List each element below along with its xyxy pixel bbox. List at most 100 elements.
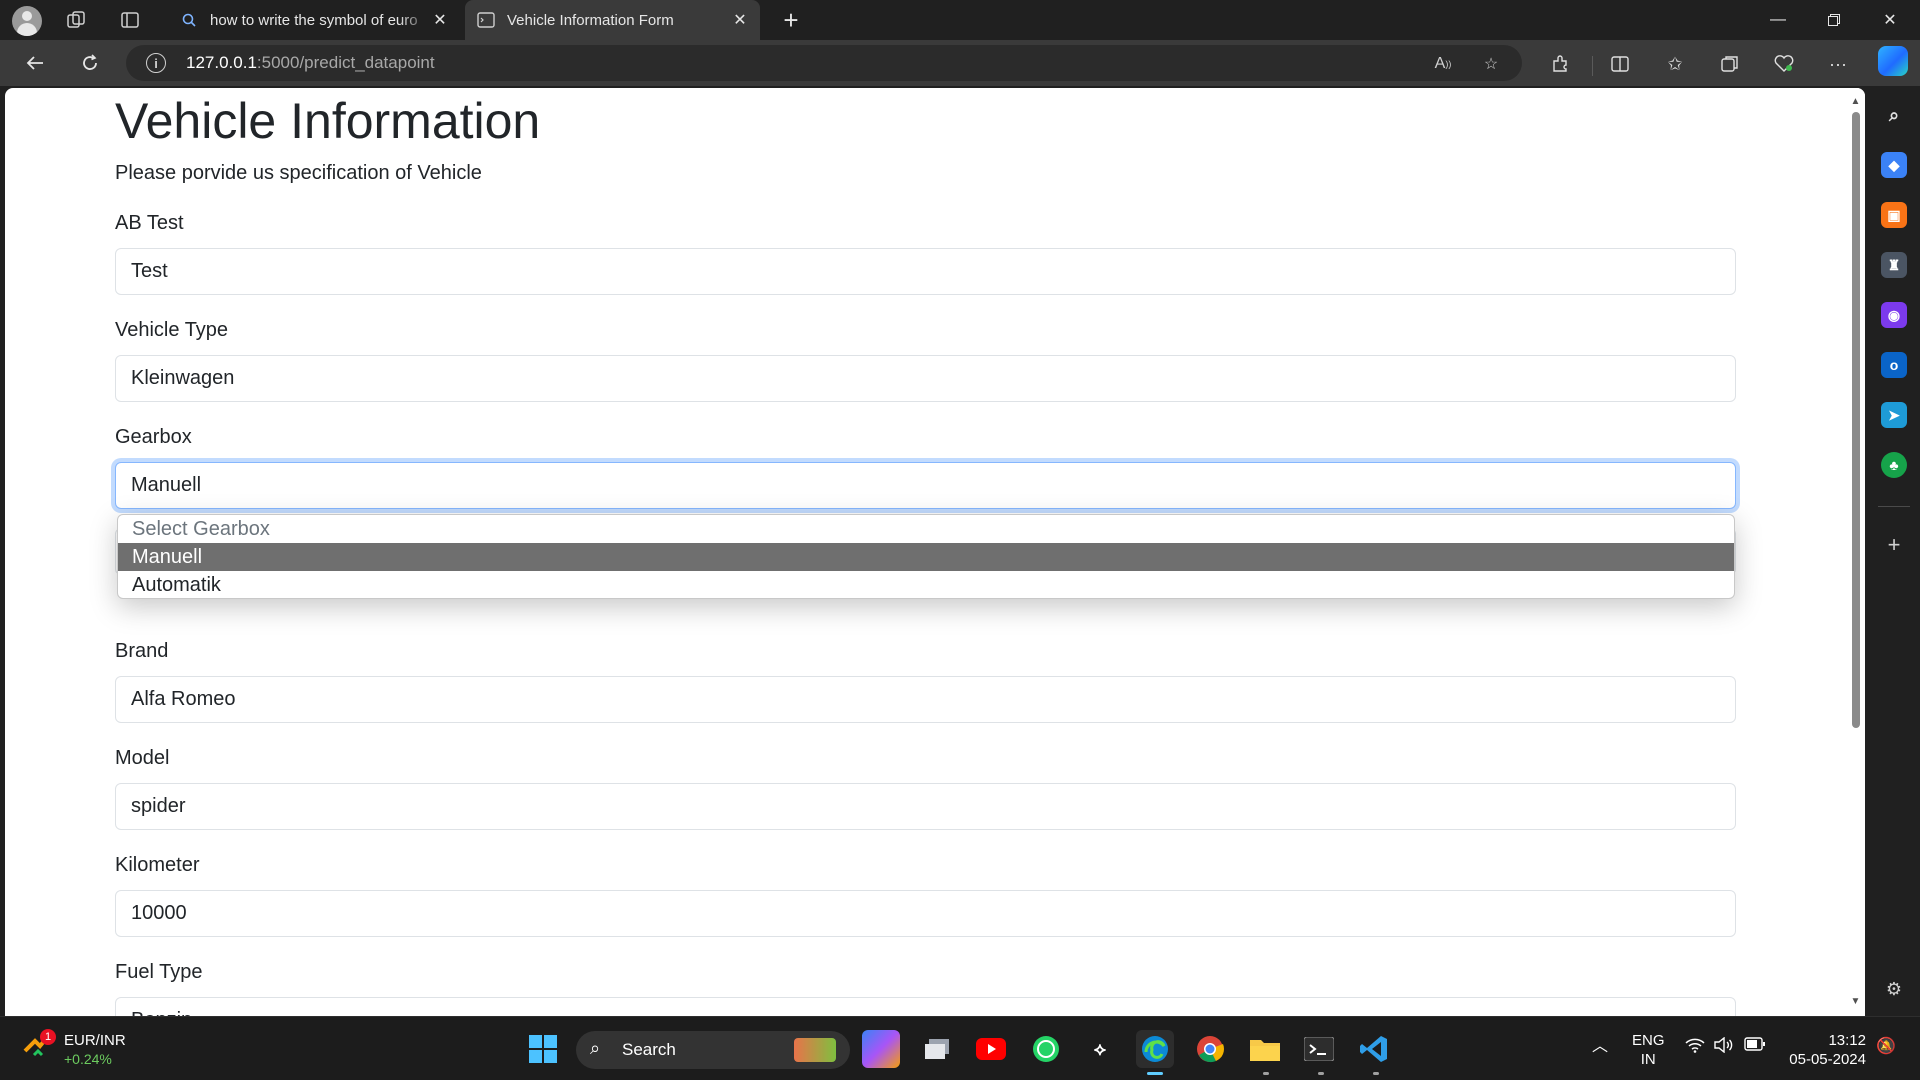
brand-input[interactable]: Alfa Romeo	[115, 676, 1736, 723]
youtube-icon[interactable]	[972, 1030, 1010, 1068]
tab-title: Vehicle Information Form	[507, 11, 674, 29]
workspaces-icon[interactable]	[62, 6, 90, 34]
file-explorer-icon[interactable]	[1246, 1030, 1284, 1068]
close-window-button[interactable]: ✕	[1862, 0, 1918, 40]
page-title: Vehicle Information	[115, 93, 541, 149]
gearbox-dropdown: Select Gearbox Manuell Automatik	[117, 514, 1735, 599]
search-icon: ⌕	[590, 1038, 601, 1058]
more-options-icon[interactable]: ···	[1824, 50, 1852, 78]
currency-ticker[interactable]: EUR/INR +0.24%	[64, 1031, 126, 1069]
gearbox-option-manuell[interactable]: Manuell	[118, 543, 1734, 571]
copilot-icon[interactable]	[1878, 46, 1908, 76]
add-sidebar-app-icon[interactable]: +	[1881, 532, 1907, 558]
sidebar-search-icon[interactable]: ⌕	[1881, 102, 1907, 128]
windows-taskbar: 1 EUR/INR +0.24% ⌕ Search ⟡ ︿ ENG IN 13:…	[0, 1016, 1920, 1080]
profile-avatar[interactable]	[12, 6, 42, 36]
gearbox-option-automatik[interactable]: Automatik	[118, 571, 1734, 598]
tab-search[interactable]: how to write the symbol of euro ✕	[160, 0, 460, 40]
page-icon	[477, 11, 495, 29]
close-tab-icon[interactable]: ✕	[430, 10, 450, 30]
browser-essentials-icon[interactable]	[1770, 50, 1798, 78]
tools-briefcase-icon[interactable]: ▣	[1881, 202, 1907, 228]
whatsapp-icon[interactable]	[1027, 1030, 1065, 1068]
task-view-icon[interactable]	[918, 1030, 956, 1068]
scrollbar-thumb[interactable]	[1852, 112, 1860, 728]
shopping-tag-icon[interactable]: ◆	[1881, 152, 1907, 178]
active-indicator	[1147, 1072, 1163, 1075]
kilometer-input[interactable]: 10000	[115, 890, 1736, 937]
vehicle-type-input[interactable]: Kleinwagen	[115, 355, 1736, 402]
copilot-pre-icon[interactable]	[862, 1030, 900, 1068]
sidebar-settings-gear-icon[interactable]: ⚙	[1881, 976, 1907, 1002]
model-label: Model	[115, 747, 170, 769]
show-hidden-icons-chevron-icon[interactable]: ︿	[1592, 1037, 1608, 1056]
read-aloud-icon[interactable]: A))	[1432, 53, 1454, 75]
split-screen-icon[interactable]	[1606, 50, 1634, 78]
model-input[interactable]: spider	[115, 783, 1736, 830]
ab-test-label: AB Test	[115, 212, 184, 234]
notification-bell-icon[interactable]: 🔕	[1876, 1037, 1896, 1056]
running-indicator	[1318, 1072, 1324, 1075]
gearbox-option-placeholder[interactable]: Select Gearbox	[118, 515, 1734, 543]
address-bar[interactable]: i 127.0.0.1:5000/predict_datapoint A)) ☆	[126, 45, 1522, 81]
restore-button[interactable]	[1806, 0, 1862, 40]
favorite-star-icon[interactable]: ☆	[1480, 53, 1502, 75]
microsoft-365-icon[interactable]: ◉	[1881, 302, 1907, 328]
collections-icon[interactable]	[1716, 50, 1744, 78]
running-indicator	[1373, 1072, 1379, 1075]
tab-vehicle-form[interactable]: Vehicle Information Form ✕	[465, 0, 760, 40]
fuel-type-label: Fuel Type	[115, 961, 203, 983]
battery-icon[interactable]	[1744, 1037, 1766, 1056]
wifi-icon[interactable]	[1685, 1037, 1705, 1058]
new-tab-button[interactable]: +	[776, 5, 806, 35]
close-tab-icon[interactable]: ✕	[730, 10, 750, 30]
fuel-type-input[interactable]: Benzin	[115, 997, 1736, 1016]
edge-browser-icon[interactable]	[1136, 1030, 1174, 1068]
ticker-change: +0.24%	[64, 1051, 112, 1067]
taskbar-search-box[interactable]: ⌕ Search	[576, 1031, 850, 1069]
terminal-icon[interactable]	[1300, 1030, 1338, 1068]
site-info-icon[interactable]: i	[146, 53, 166, 73]
windows-start-icon[interactable]	[524, 1030, 562, 1068]
edge-sidebar: ⌕ ◆ ▣ ♜ ◉ o ➤ ♣ + ⚙	[1868, 88, 1920, 1016]
url-text[interactable]: 127.0.0.1:5000/predict_datapoint	[186, 53, 435, 73]
outlook-icon[interactable]: o	[1881, 352, 1907, 378]
back-button[interactable]	[20, 48, 50, 78]
page-scrollbar[interactable]: ▲ ▼	[1846, 88, 1865, 1016]
chrome-icon[interactable]	[1191, 1030, 1229, 1068]
search-icon	[180, 11, 198, 29]
toolbar-divider	[1592, 56, 1593, 76]
scroll-down-arrow-icon[interactable]: ▼	[1850, 996, 1861, 1007]
games-icon[interactable]: ♜	[1881, 252, 1907, 278]
scroll-up-arrow-icon[interactable]: ▲	[1850, 96, 1861, 107]
extensions-icon[interactable]	[1546, 50, 1574, 78]
favorites-icon[interactable]: ✩	[1661, 50, 1689, 78]
tree-icon[interactable]: ♣	[1881, 452, 1907, 478]
minimize-button[interactable]: —	[1750, 0, 1806, 40]
browser-tab-bar: how to write the symbol of euro ✕ Vehicl…	[0, 0, 1920, 40]
vehicle-type-label: Vehicle Type	[115, 319, 229, 341]
vscode-icon[interactable]	[1355, 1030, 1393, 1068]
address-toolbar: i 127.0.0.1:5000/predict_datapoint A)) ☆…	[0, 40, 1920, 86]
notification-badge: 1	[40, 1029, 56, 1045]
vertical-tabs-icon[interactable]	[116, 6, 144, 34]
drop-send-icon[interactable]: ➤	[1881, 402, 1907, 428]
clock-time: 13:12	[1828, 1032, 1866, 1049]
ticker-name: EUR/INR	[64, 1032, 126, 1049]
page-subtitle: Please porvide us specification of Vehic…	[115, 162, 482, 184]
clock[interactable]: 13:12 05-05-2024	[1782, 1031, 1866, 1069]
ab-test-input[interactable]: Test	[115, 248, 1736, 295]
language-indicator[interactable]: ENG IN	[1632, 1031, 1665, 1069]
refresh-button[interactable]	[75, 48, 105, 78]
clock-date: 05-05-2024	[1789, 1051, 1866, 1068]
kilometer-label: Kilometer	[115, 854, 200, 876]
steam-like-app-icon[interactable]: ⟡	[1081, 1030, 1119, 1068]
search-placeholder: Search	[622, 1040, 676, 1059]
volume-icon[interactable]	[1714, 1036, 1734, 1058]
brand-label: Brand	[115, 640, 169, 662]
tab-title: how to write the symbol of euro	[210, 11, 418, 29]
gearbox-select[interactable]: Manuell	[115, 462, 1736, 509]
search-highlight-icon	[794, 1038, 836, 1062]
page-viewport: Vehicle Information Please porvide us sp…	[5, 88, 1865, 1016]
gearbox-label: Gearbox	[115, 426, 192, 448]
